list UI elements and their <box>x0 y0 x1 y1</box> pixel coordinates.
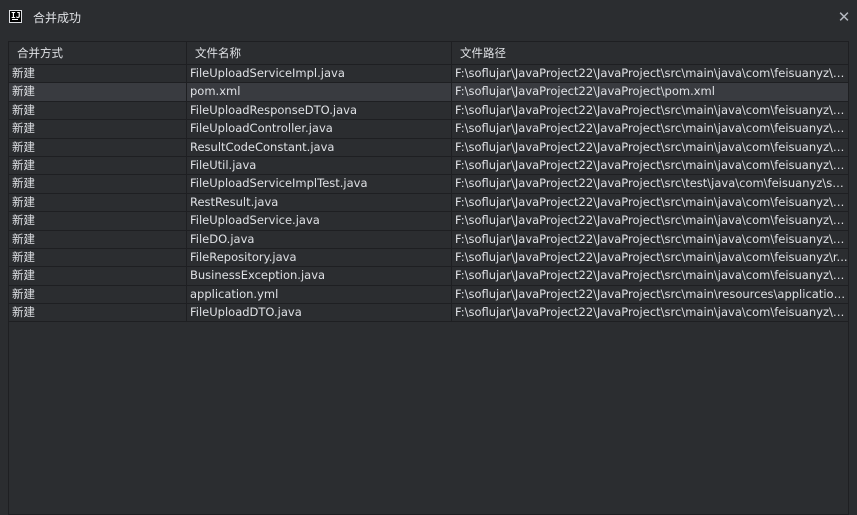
file-name-cell: ResultCodeConstant.java <box>187 138 452 156</box>
table-row[interactable]: 新建 pom.xml F:\soflujar\JavaProject22\JavaP… <box>9 83 848 102</box>
table-row[interactable]: 新建 FileUploadServiceImplTest.java F:\soflu… <box>9 175 848 194</box>
merge-type-cell: 新建 <box>9 101 187 120</box>
file-name-cell: FileUtil.java <box>187 156 452 175</box>
file-path-cell: F:\soflujar\JavaProject22\JavaProject\sr… <box>455 286 848 301</box>
merge-type-cell: 新建 <box>9 193 187 212</box>
table-row[interactable]: 新建 BusinessException.java F:\soflujar\Java… <box>9 267 848 286</box>
table-row[interactable]: 新建 FileDO.java F:\soflujar\JavaProject22\J… <box>9 230 848 249</box>
table-row[interactable]: 新建 RestResult.java F:\soflujar\JavaProject… <box>9 193 848 213</box>
table-row[interactable]: 新建 FileRepository.java F:\soflujar\JavaPro… <box>9 248 848 268</box>
merge-result-dialog: IJ 合并成功 ✕ 合并方式 文件名称 文件路径 新建 FileUploadSer… <box>0 0 857 515</box>
file-path-cell: F:\soflujar\JavaProject22\JavaProject\sr… <box>455 194 848 209</box>
table-row[interactable]: 新建 FileUploadController.java F:\soflujar\J… <box>9 120 848 139</box>
table-row[interactable]: 新建 ResultCodeConstant.java F:\soflujar\Jav… <box>9 138 848 157</box>
file-path-cell: F:\soflujar\JavaProject22\JavaProject\po… <box>455 84 715 99</box>
file-name-cell: FileUploadController.java <box>187 120 452 138</box>
merge-file-table: 合并方式 文件名称 文件路径 新建 FileUploadServiceImpl.j… <box>8 41 849 515</box>
table-row[interactable]: 新建 FileUtil.java F:\soflujar\JavaProject22… <box>9 156 848 176</box>
file-path-cell: F:\soflujar\JavaProject22\JavaProject\sr… <box>455 139 848 154</box>
table-header: 合并方式 文件名称 文件路径 <box>9 42 848 65</box>
merge-type-cell: 新建 <box>9 120 187 138</box>
table-row[interactable]: 新建 FileUploadResponseDTO.java F:\soflujar\… <box>9 101 848 121</box>
table-row[interactable]: 新建 application.yml F:\soflujar\JavaProject… <box>9 285 848 305</box>
title-bar: IJ 合并成功 ✕ <box>0 0 857 34</box>
merge-type-cell: 新建 <box>9 138 187 156</box>
dialog-title: 合并成功 <box>33 11 82 25</box>
intellij-icon: IJ <box>9 10 22 23</box>
table-row[interactable]: 新建 FileUploadServiceImpl.java F:\soflujar\… <box>9 65 848 84</box>
file-path-cell: F:\soflujar\JavaProject22\JavaProject\sr… <box>455 102 848 117</box>
file-path-cell: F:\soflujar\JavaProject22\JavaProject\sr… <box>455 213 848 228</box>
file-name-cell: FileUploadServiceImpl.java <box>187 65 452 83</box>
merge-type-cell: 新建 <box>9 267 187 285</box>
column-header-merge-type[interactable]: 合并方式 <box>9 42 187 64</box>
merge-type-cell: 新建 <box>9 175 187 193</box>
merge-type-cell: 新建 <box>9 248 187 267</box>
file-name-cell: FileUploadService.java <box>187 212 452 230</box>
merge-type-cell: 新建 <box>9 156 187 175</box>
file-name-cell: BusinessException.java <box>187 267 452 285</box>
merge-type-cell: 新建 <box>9 212 187 230</box>
column-header-file-name[interactable]: 文件名称 <box>187 42 452 64</box>
file-name-cell: FileRepository.java <box>187 248 452 267</box>
merge-type-cell: 新建 <box>9 304 187 322</box>
file-name-cell: FileUploadDTO.java <box>187 304 452 322</box>
file-path-cell: F:\soflujar\JavaProject22\JavaProject\sr… <box>455 231 848 246</box>
file-path-cell: F:\soflujar\JavaProject22\JavaProject\sr… <box>455 268 848 283</box>
merge-type-cell: 新建 <box>9 230 187 248</box>
file-name-cell: RestResult.java <box>187 193 452 212</box>
merge-type-cell: 新建 <box>9 65 187 83</box>
file-name-cell: FileUploadResponseDTO.java <box>187 101 452 120</box>
table-row[interactable]: 新建 FileUploadService.java F:\soflujar\Java… <box>9 212 848 231</box>
file-path-cell: F:\soflujar\JavaProject22\JavaProject\sr… <box>455 121 848 136</box>
table-row[interactable]: 新建 FileUploadDTO.java F:\soflujar\JavaProj… <box>9 304 848 323</box>
file-name-cell: FileDO.java <box>187 230 452 248</box>
close-icon[interactable]: ✕ <box>835 8 853 26</box>
table-body: 新建 FileUploadServiceImpl.java F:\soflujar\… <box>9 65 848 323</box>
file-name-cell: application.yml <box>187 285 452 304</box>
file-path-cell: F:\soflujar\JavaProject22\JavaProject\sr… <box>455 176 848 191</box>
file-path-cell: F:\soflujar\JavaProject22\JavaProject\sr… <box>455 305 848 320</box>
merge-type-cell: 新建 <box>9 285 187 304</box>
file-path-cell: F:\soflujar\JavaProject22\JavaProject\sr… <box>455 249 848 264</box>
file-name-cell: pom.xml <box>187 83 452 101</box>
file-name-cell: FileUploadServiceImplTest.java <box>187 175 452 193</box>
merge-type-cell: 新建 <box>9 83 187 101</box>
file-path-cell: F:\soflujar\JavaProject22\JavaProject\sr… <box>455 157 848 172</box>
column-header-file-path[interactable]: 文件路径 <box>452 42 848 64</box>
file-path-cell: F:\soflujar\JavaProject22\JavaProject\sr… <box>455 66 848 80</box>
